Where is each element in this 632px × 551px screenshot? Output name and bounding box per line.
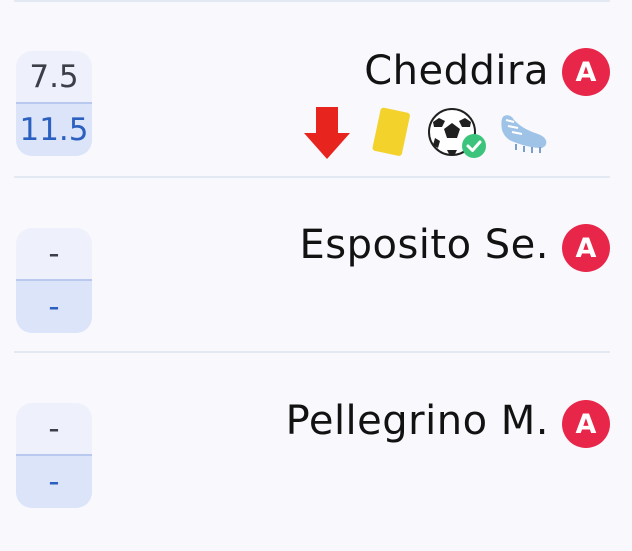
- player-badge: A: [562, 400, 610, 448]
- vote-bottom: 11.5: [16, 104, 92, 156]
- player-name: Esposito Se.: [299, 222, 549, 268]
- player-row-esposito[interactable]: - - Esposito Se. A: [0, 178, 632, 348]
- player-name: Pellegrino M.: [285, 398, 549, 444]
- player-vote-box: - -: [16, 228, 92, 333]
- player-vote-box: - -: [16, 403, 92, 508]
- vote-top: 7.5: [29, 59, 79, 95]
- goal-ball-icon: [428, 108, 486, 158]
- vote-top: -: [48, 411, 60, 447]
- player-name: Cheddira: [364, 48, 549, 94]
- player-badge: A: [562, 224, 610, 272]
- player-row-cheddira[interactable]: 7.5 11.5 Cheddira A: [0, 2, 632, 172]
- player-vote-box: 7.5 11.5: [16, 51, 92, 156]
- yellow-card-icon: [372, 107, 410, 156]
- vote-bottom: -: [16, 281, 92, 333]
- vote-bottom: -: [16, 456, 92, 508]
- player-row-pellegrino[interactable]: - - Pellegrino M. A: [0, 353, 632, 523]
- substituted-out-arrow-icon: [304, 107, 350, 159]
- boot-assist-icon: [501, 115, 547, 153]
- player-badge: A: [562, 48, 610, 96]
- vote-top: -: [48, 236, 60, 272]
